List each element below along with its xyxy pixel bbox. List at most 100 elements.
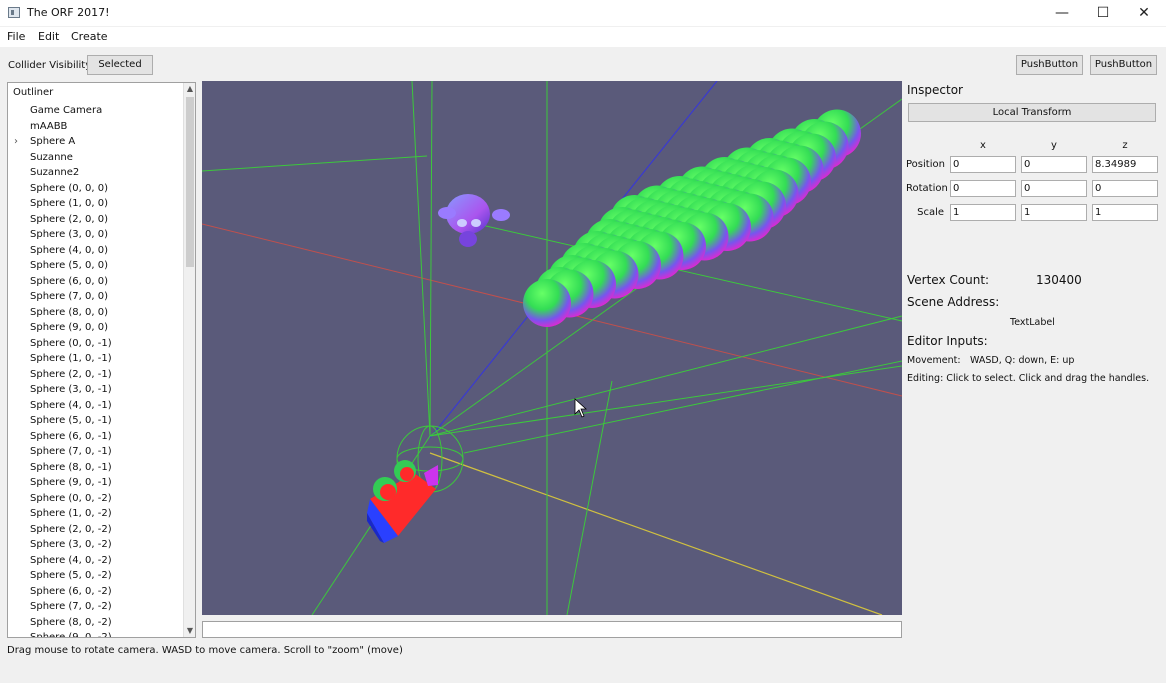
position-z-field[interactable]: 8.34989 xyxy=(1092,156,1158,173)
scene-viewport[interactable] xyxy=(202,81,902,615)
outliner-item[interactable]: Sphere (8, 0, -1) xyxy=(8,460,183,476)
movement-value: WASD, Q: down, E: up xyxy=(970,355,1075,366)
sphere-mesh[interactable] xyxy=(523,279,571,327)
outliner-item[interactable]: Sphere (2, 0, -1) xyxy=(8,367,183,383)
outliner-item-label: Sphere (8, 0, -1) xyxy=(30,461,112,473)
outliner-item[interactable]: Sphere (8, 0, -2) xyxy=(8,615,183,631)
outliner-item[interactable]: Sphere (0, 0, -2) xyxy=(8,491,183,507)
scale-y-field[interactable]: 1 xyxy=(1021,204,1087,221)
vertex-count-value: 130400 xyxy=(1036,273,1082,287)
outliner-item[interactable]: Sphere (1, 0, 0) xyxy=(8,196,183,212)
outliner-item-label: Sphere (1, 0, 0) xyxy=(30,198,109,209)
outliner-item-label: Sphere A xyxy=(30,136,76,147)
position-y-field[interactable]: 0 xyxy=(1021,156,1087,173)
outliner-item-label: Sphere (6, 0, -1) xyxy=(30,430,112,442)
camera-model[interactable] xyxy=(367,460,438,543)
outliner-item[interactable]: Sphere (5, 0, -1) xyxy=(8,413,183,429)
outliner-item-label: Game Camera xyxy=(30,105,103,116)
outliner-item[interactable]: Sphere (9, 0, -1) xyxy=(8,475,183,491)
outliner-item[interactable]: Sphere (2, 0, 0) xyxy=(8,212,183,228)
collider-visibility-dropdown[interactable]: Selected xyxy=(87,55,153,75)
close-button[interactable]: ✕ xyxy=(1124,0,1164,26)
editor-inputs-label: Editor Inputs: xyxy=(907,334,988,348)
outliner-item-label: Sphere (2, 0, -2) xyxy=(30,523,112,535)
z-axis-line xyxy=(429,452,883,615)
outliner-item-label: Sphere (1, 0, -2) xyxy=(30,508,112,519)
outliner-item[interactable]: Sphere (9, 0, 0) xyxy=(8,320,183,336)
vertex-count-label: Vertex Count: xyxy=(907,273,990,287)
status-bar: Drag mouse to rotate camera. WASD to mov… xyxy=(7,645,403,656)
outliner-item[interactable]: Sphere (6, 0, 0) xyxy=(8,274,183,290)
column-x-header: x xyxy=(980,140,986,151)
menu-create[interactable]: Create xyxy=(71,30,108,43)
outliner-item-label: Sphere (5, 0, 0) xyxy=(30,260,109,271)
outliner-item-label: Sphere (7, 0, -1) xyxy=(30,446,112,457)
outliner-item[interactable]: Sphere (6, 0, -1) xyxy=(8,429,183,445)
outliner-panel[interactable]: Outliner Game Camera mAABB › Sphere A Suzann… xyxy=(7,82,196,638)
menu-edit[interactable]: Edit xyxy=(38,30,59,43)
outliner-item-label: Sphere (5, 0, -1) xyxy=(30,415,112,426)
rotation-z-field[interactable]: 0 xyxy=(1092,180,1158,197)
outliner-item[interactable]: Sphere (3, 0, -1) xyxy=(8,382,183,398)
outliner-item[interactable]: Sphere (7, 0, -1) xyxy=(8,444,183,460)
menu-bar: File Edit Create xyxy=(0,27,1166,47)
outliner-item[interactable]: Sphere (1, 0, -2) xyxy=(8,506,183,522)
suzanne-mesh[interactable] xyxy=(438,194,510,247)
maximize-button[interactable]: ☐ xyxy=(1083,0,1123,26)
outliner-item[interactable]: Sphere (0, 0, 0) xyxy=(8,181,183,197)
outliner-item[interactable]: Game Camera xyxy=(8,103,183,119)
outliner-item[interactable]: Sphere (4, 0, 0) xyxy=(8,243,183,259)
outliner-item[interactable]: Sphere (3, 0, -2) xyxy=(8,537,183,553)
menu-file[interactable]: File xyxy=(7,30,25,43)
outliner-item[interactable]: Sphere (2, 0, -2) xyxy=(8,522,183,538)
outliner-item[interactable]: mAABB xyxy=(8,119,183,135)
outliner-scrollbar[interactable]: ▲ ▼ xyxy=(183,83,195,637)
scale-z-field[interactable]: 1 xyxy=(1092,204,1158,221)
outliner-tree[interactable]: Game Camera mAABB › Sphere A Suzanne Suzanne2… xyxy=(8,103,183,638)
column-z-header: z xyxy=(1122,140,1128,151)
outliner-item[interactable]: Sphere (5, 0, -2) xyxy=(8,568,183,584)
outliner-item[interactable]: Sphere (4, 0, -2) xyxy=(8,553,183,569)
outliner-item[interactable]: Sphere (1, 0, -1) xyxy=(8,351,183,367)
scale-x-field[interactable]: 1 xyxy=(950,204,1016,221)
outliner-item[interactable]: Sphere (8, 0, 0) xyxy=(8,305,183,321)
minimize-button[interactable]: — xyxy=(1042,0,1082,26)
scroll-up-icon[interactable]: ▲ xyxy=(184,83,195,95)
scale-label: Scale xyxy=(917,207,944,218)
scene-address-label: Scene Address: xyxy=(907,295,1000,309)
outliner-item[interactable]: Sphere (5, 0, 0) xyxy=(8,258,183,274)
expand-arrow-icon[interactable]: › xyxy=(14,134,18,150)
rotation-label: Rotation xyxy=(906,183,948,194)
outliner-item[interactable]: Suzanne xyxy=(8,150,183,166)
outliner-item-label: Sphere (9, 0, -1) xyxy=(30,477,112,488)
rotation-x-field[interactable]: 0 xyxy=(950,180,1016,197)
outliner-item-label: Sphere (4, 0, -2) xyxy=(30,554,112,566)
outliner-item[interactable]: › Sphere A xyxy=(8,134,183,150)
local-transform-button[interactable]: Local Transform xyxy=(908,103,1156,122)
rotation-y-field[interactable]: 0 xyxy=(1021,180,1087,197)
outliner-item[interactable]: Sphere (0, 0, -1) xyxy=(8,336,183,352)
outliner-item[interactable]: Sphere (7, 0, 0) xyxy=(8,289,183,305)
scene-render[interactable] xyxy=(202,81,902,615)
outliner-item-label: Sphere (6, 0, 0) xyxy=(30,275,109,287)
outliner-item-label: Sphere (8, 0, -2) xyxy=(30,616,112,628)
push-button-2[interactable]: PushButton xyxy=(1090,55,1157,75)
outliner-item-label: Sphere (1, 0, -1) xyxy=(30,353,112,364)
outliner-item[interactable]: Sphere (6, 0, -2) xyxy=(8,584,183,600)
push-button-1[interactable]: PushButton xyxy=(1016,55,1083,75)
sphere-grid[interactable] xyxy=(523,109,861,328)
outliner-item-label: Sphere (0, 0, -2) xyxy=(30,492,112,504)
outliner-item[interactable]: Sphere (7, 0, -2) xyxy=(8,599,183,615)
position-x-field[interactable]: 0 xyxy=(950,156,1016,173)
outliner-item[interactable]: Sphere (9, 0, -2) xyxy=(8,630,183,638)
outliner-item[interactable]: Suzanne2 xyxy=(8,165,183,181)
outliner-item-label: Sphere (9, 0, 0) xyxy=(30,322,109,333)
outliner-item-label: Sphere (9, 0, -2) xyxy=(30,632,112,638)
scroll-thumb[interactable] xyxy=(186,97,194,267)
outliner-item[interactable]: Sphere (3, 0, 0) xyxy=(8,227,183,243)
command-input[interactable] xyxy=(202,621,902,638)
collider-visibility-label: Collider Visibility: xyxy=(8,60,94,71)
outliner-item[interactable]: Sphere (4, 0, -1) xyxy=(8,398,183,414)
scroll-down-icon[interactable]: ▼ xyxy=(184,625,195,637)
inspector-panel: Inspector Local Transform x y z Position… xyxy=(906,81,1160,611)
